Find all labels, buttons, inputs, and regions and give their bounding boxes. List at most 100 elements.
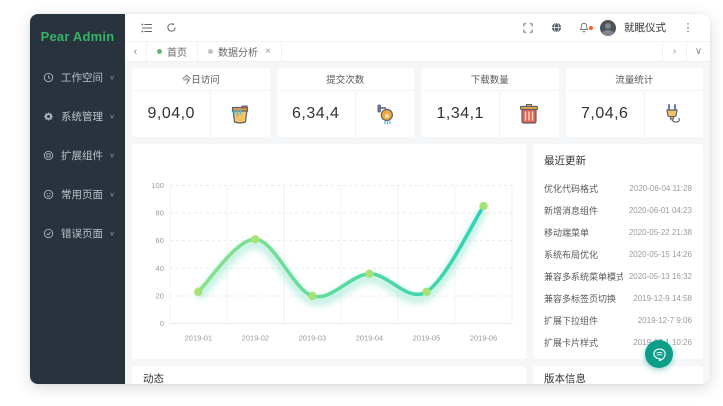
sidebar-item-label: 常用页面 (61, 187, 109, 202)
update-time: 2019-12-7 9:06 (638, 316, 692, 325)
update-label: 优化代码格式 (544, 182, 598, 195)
svg-text:60: 60 (156, 236, 164, 245)
tab-scroll-left[interactable]: ‹ (125, 42, 147, 61)
panel-title: 最近更新 (544, 153, 692, 168)
stat-value: 7,04,6 (566, 91, 645, 137)
paint-bucket-icon (211, 91, 269, 137)
svg-text:2019-02: 2019-02 (242, 334, 269, 343)
svg-text:2019-05: 2019-05 (413, 334, 440, 343)
sidebar-item-workspace[interactable]: 工作空间 ∨ (30, 58, 125, 97)
update-time: 2020-05-22 21:38 (629, 228, 692, 237)
panel-title: 版本信息 (533, 366, 703, 384)
sidebar-item-label: 工作空间 (61, 70, 109, 85)
list-item[interactable]: 兼容多系统菜单模式 2020-05-13 16:32 (544, 265, 692, 287)
stat-card-traffic[interactable]: 流量统计 7,04,6 (566, 68, 704, 137)
main-area: 就眠仪式 ⋮ ‹ 首页 数据分析 × › ∨ (125, 14, 710, 384)
update-time: 2019-12-9 14:58 (633, 294, 692, 303)
chevron-down-icon: ∨ (109, 152, 115, 159)
app-logo[interactable]: Pear Admin (30, 14, 125, 58)
stat-title: 下载数量 (421, 68, 559, 91)
stat-value: 9,04,0 (132, 91, 211, 137)
collapse-menu-icon[interactable] (135, 14, 159, 41)
notification-badge (589, 26, 593, 30)
tab-home[interactable]: 首页 (147, 42, 198, 61)
mid-row: 0204060801002019-012019-022019-032019-04… (132, 144, 703, 359)
notification-bell-icon[interactable] (572, 22, 596, 33)
update-label: 扩展卡片样式 (544, 336, 598, 349)
tab-label: 首页 (167, 44, 187, 59)
common-pages-icon (43, 189, 54, 200)
tab-close-icon[interactable]: × (265, 46, 271, 57)
update-label: 新增消息组件 (544, 204, 598, 217)
chevron-down-icon: ∨ (109, 113, 115, 120)
language-icon[interactable] (544, 22, 568, 33)
visits-line-chart[interactable]: 0204060801002019-012019-022019-032019-04… (134, 146, 524, 357)
bottom-row: 动态 版本信息 (132, 366, 703, 384)
tab-active-dot (157, 49, 162, 54)
refresh-icon[interactable] (159, 14, 183, 41)
svg-text:2019-03: 2019-03 (299, 334, 326, 343)
sidebar-item-common-pages[interactable]: 常用页面 ∨ (30, 175, 125, 214)
sidebar-item-system[interactable]: 系统管理 ∨ (30, 97, 125, 136)
tab-data-analysis[interactable]: 数据分析 × (198, 42, 282, 61)
stat-title: 流量统计 (566, 68, 704, 91)
trash-bin-icon (500, 91, 558, 137)
sidebar: Pear Admin 工作空间 ∨ 系统管理 ∨ 扩展组件 ∨ (30, 14, 125, 384)
list-item[interactable]: 移动端菜单 2020-05-22 21:38 (544, 221, 692, 243)
update-time: 2020-05-15 14:26 (629, 250, 692, 259)
list-item[interactable]: 兼容多标签页切换 2019-12-9 14:58 (544, 287, 692, 309)
update-time: 2020-06-01 04:23 (629, 206, 692, 215)
power-plug-icon (645, 91, 703, 137)
theme-skin-icon (652, 347, 667, 362)
fullscreen-icon[interactable] (516, 23, 540, 33)
avatar[interactable] (600, 20, 616, 36)
update-time: 2020-06-04 11:28 (629, 184, 692, 193)
tabbar-spacer (282, 42, 662, 61)
update-label: 扩展下拉组件 (544, 314, 598, 327)
error-pages-icon (43, 228, 54, 239)
svg-text:20: 20 (156, 292, 164, 301)
sidebar-item-error-pages[interactable]: 错误页面 ∨ (30, 214, 125, 253)
version-info-panel: 版本信息 (533, 366, 703, 384)
tab-label: 数据分析 (218, 44, 258, 59)
chevron-down-icon: ∨ (109, 191, 115, 198)
chevron-down-icon: ∨ (109, 230, 115, 237)
theme-settings-button[interactable] (645, 340, 673, 368)
visits-chart-card: 0204060801002019-012019-022019-032019-04… (132, 144, 526, 359)
stat-value: 6,34,4 (277, 91, 356, 137)
list-item[interactable]: 新增消息组件 2020-06-01 04:23 (544, 199, 692, 221)
tab-dot (208, 49, 213, 54)
sidebar-item-label: 系统管理 (61, 109, 109, 124)
sidebar-item-label: 错误页面 (61, 226, 109, 241)
update-label: 兼容多系统菜单模式 (544, 270, 623, 283)
paint-roller-icon (356, 91, 414, 137)
stat-card-today-visits[interactable]: 今日访问 9,04,0 (132, 68, 270, 137)
app-window: Pear Admin 工作空间 ∨ 系统管理 ∨ 扩展组件 ∨ (30, 14, 710, 384)
topbar: 就眠仪式 ⋮ (125, 14, 710, 42)
stat-card-submit-count[interactable]: 提交次数 6,34,4 (277, 68, 415, 137)
svg-text:40: 40 (156, 264, 164, 273)
tabbar: ‹ 首页 数据分析 × › ∨ (125, 42, 710, 62)
activity-panel: 动态 (132, 366, 526, 384)
tab-menu-dropdown[interactable]: ∨ (686, 42, 710, 61)
stat-title: 今日访问 (132, 68, 270, 91)
username[interactable]: 就眠仪式 (624, 20, 666, 35)
recent-updates-panel: 最近更新 优化代码格式 2020-06-04 11:28 新增消息组件 2020… (533, 144, 703, 359)
update-label: 移动端菜单 (544, 226, 589, 239)
svg-text:2019-01: 2019-01 (185, 334, 212, 343)
update-time: 2020-05-13 16:32 (629, 272, 692, 281)
topbar-right: 就眠仪式 ⋮ (516, 20, 700, 36)
dashboard-content: 今日访问 9,04,0 提 (125, 62, 710, 384)
system-manage-icon (43, 111, 54, 122)
list-item[interactable]: 优化代码格式 2020-06-04 11:28 (544, 177, 692, 199)
stat-card-download-count[interactable]: 下载数量 1,34,1 (421, 68, 559, 137)
list-item[interactable]: 扩展下拉组件 2019-12-7 9:06 (544, 309, 692, 331)
svg-text:0: 0 (160, 319, 164, 328)
list-item[interactable]: 系统布局优化 2020-05-15 14:26 (544, 243, 692, 265)
sidebar-item-extension[interactable]: 扩展组件 ∨ (30, 136, 125, 175)
sidebar-item-label: 扩展组件 (61, 148, 109, 163)
tab-scroll-right[interactable]: › (662, 42, 686, 61)
stats-row: 今日访问 9,04,0 提 (132, 68, 703, 137)
more-icon[interactable]: ⋮ (676, 21, 700, 34)
stat-value: 1,34,1 (421, 91, 500, 137)
